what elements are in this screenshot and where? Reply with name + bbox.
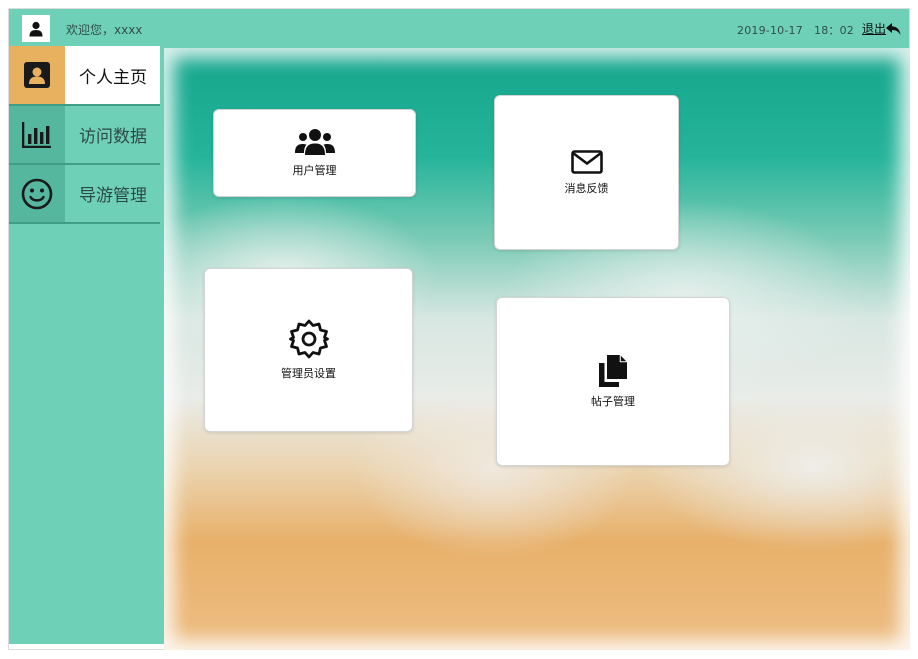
- top-header: 欢迎您，xxxx 2019-10-17 18：02 退出: [9, 9, 909, 49]
- admin-settings-card[interactable]: 管理员设置: [204, 268, 413, 432]
- card-label: 帖子管理: [591, 394, 635, 408]
- user-badge-icon: [24, 62, 50, 88]
- sidebar-item-label: 访问数据: [79, 127, 147, 147]
- user-management-card[interactable]: 用户管理: [213, 109, 416, 197]
- smiley-icon: [21, 178, 53, 209]
- users-icon: [294, 129, 335, 155]
- current-datetime: 2019-10-17 18：02: [737, 24, 855, 37]
- logout-label: 退出: [862, 22, 887, 36]
- bar-chart-icon: [22, 121, 51, 148]
- reply-arrow-icon: [886, 22, 901, 35]
- card-label: 消息反馈: [564, 181, 609, 195]
- post-management-card[interactable]: 帖子管理: [496, 297, 730, 466]
- sidebar-item-label: 个人主页: [65, 46, 160, 104]
- sidebar-item-visit-data[interactable]: 访问数据: [9, 106, 160, 165]
- copy-icon: [599, 354, 627, 387]
- user-icon: [29, 21, 43, 36]
- welcome-text: 欢迎您，xxxx: [66, 23, 143, 37]
- card-label: 管理员设置: [281, 367, 336, 380]
- sidebar-item-home[interactable]: 个人主页: [9, 46, 160, 106]
- sidebar-item-guide-management[interactable]: 导游管理: [9, 165, 160, 224]
- sidebar-item-label: 导游管理: [79, 186, 147, 206]
- sidebar: 个人主页 访问数据 导游管理: [9, 46, 164, 644]
- message-feedback-card[interactable]: 消息反馈: [494, 95, 679, 250]
- gear-icon: [288, 319, 329, 359]
- envelope-icon: [570, 149, 603, 174]
- logout-button[interactable]: 退出: [862, 20, 901, 37]
- avatar[interactable]: [22, 15, 50, 42]
- card-label: 用户管理: [292, 164, 337, 177]
